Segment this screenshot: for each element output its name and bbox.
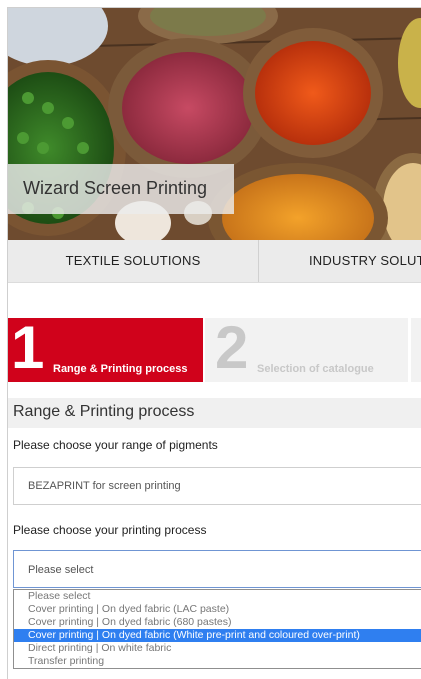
tab-textile-solutions[interactable]: TEXTILE SOLUTIONS	[8, 240, 258, 282]
step-2-selection-catalogue[interactable]: 2 Selection of catalogue	[205, 314, 408, 382]
step-number: 1	[11, 314, 45, 381]
process-option[interactable]: Please select	[14, 590, 421, 603]
process-label: Please choose your printing process	[13, 523, 207, 537]
section-title: Range & Printing process	[13, 403, 195, 420]
tab-industry-solutions[interactable]: INDUSTRY SOLUT	[259, 240, 421, 282]
process-dropdown: Please select Cover printing | On dyed f…	[13, 589, 421, 669]
step-3-partial[interactable]	[411, 318, 421, 382]
range-value: BEZAPRINT for screen printing	[28, 480, 181, 492]
wizard-steps: 1 Range & Printing process 2 Selection o…	[8, 314, 421, 382]
process-option[interactable]: Cover printing | On dyed fabric (LAC pas…	[14, 603, 421, 616]
process-value: Please select	[28, 564, 94, 576]
step-number: 2	[215, 314, 249, 381]
section-header: Range & Printing process	[8, 398, 421, 428]
solutions-tabs: TEXTILE SOLUTIONS INDUSTRY SOLUT	[8, 240, 421, 283]
hero-title-box: Wizard Screen Printing	[8, 164, 234, 214]
step-1-range-printing[interactable]: 1 Range & Printing process	[8, 314, 203, 382]
process-option[interactable]: Transfer printing	[14, 655, 421, 668]
range-field[interactable]: BEZAPRINT for screen printing	[13, 467, 421, 505]
wizard-frame: Wizard Screen Printing TEXTILE SOLUTIONS…	[7, 7, 421, 679]
step-label: Range & Printing process	[53, 363, 188, 375]
process-option[interactable]: Direct printing | On white fabric	[14, 642, 421, 655]
page-title: Wizard Screen Printing	[23, 178, 208, 198]
process-option-selected[interactable]: Cover printing | On dyed fabric (White p…	[14, 629, 421, 642]
process-option[interactable]: Cover printing | On dyed fabric (680 pas…	[14, 616, 421, 629]
hero-banner: Wizard Screen Printing	[8, 8, 421, 240]
process-select[interactable]: Please select	[13, 550, 421, 588]
step-label: Selection of catalogue	[257, 363, 374, 375]
range-label: Please choose your range of pigments	[13, 438, 218, 452]
